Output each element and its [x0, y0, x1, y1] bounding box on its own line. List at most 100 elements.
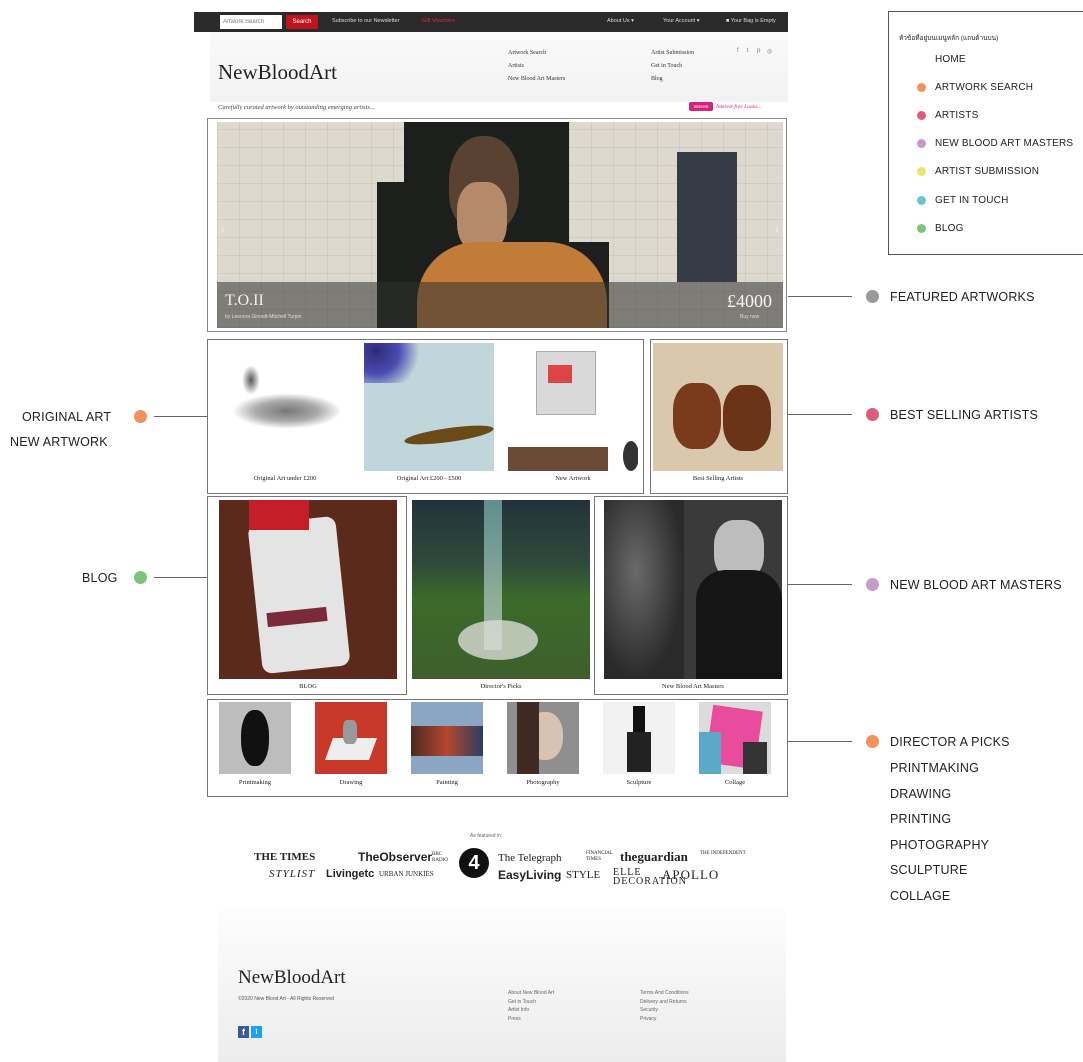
- hero-artwork-image[interactable]: ‹ ›: [217, 122, 783, 328]
- legend-item-artwork-search: ARTWORK SEARCH: [935, 82, 1034, 93]
- tagline: Carefully curated artwork by outstanding…: [218, 104, 375, 111]
- footer-about-link[interactable]: About New Blood Art: [508, 989, 554, 998]
- original-art-under-200-image[interactable]: [220, 343, 350, 471]
- collage-caption[interactable]: Collage: [699, 779, 771, 786]
- nav-blog[interactable]: Blog: [651, 73, 694, 86]
- newsletter-link[interactable]: Subscribe to our Newsletter: [332, 18, 400, 24]
- connector-line: [788, 584, 852, 585]
- press-the-times: THE TIMES: [254, 851, 316, 863]
- new-artwork-image[interactable]: [508, 343, 638, 471]
- footer-contact-link[interactable]: Get in Touch: [508, 998, 554, 1007]
- about-us-label: About Us: [607, 18, 630, 24]
- search-button[interactable]: Search: [286, 15, 318, 29]
- press-financial-times: FINANCIAL TIMES: [586, 851, 613, 862]
- footer-security-link[interactable]: Security: [640, 1006, 689, 1015]
- nav-get-in-touch[interactable]: Get in Touch: [651, 60, 694, 73]
- legend-dot: [917, 83, 926, 92]
- press-guardian: theguardian: [620, 849, 688, 864]
- annotation-dot: [866, 290, 879, 303]
- directors-picks-caption[interactable]: Director's Picks: [412, 683, 590, 690]
- press-elle-decoration: ELLE DECORATION: [613, 867, 687, 887]
- hero-title[interactable]: T.O.II: [225, 292, 264, 310]
- best-selling-artists-image[interactable]: [653, 343, 783, 471]
- press-independent: THE INDEPENDENT: [700, 851, 746, 856]
- about-us-menu[interactable]: About Us ▾: [607, 18, 634, 24]
- best-selling-artists-caption[interactable]: Best Selling Artists: [653, 475, 783, 482]
- new-artwork-caption[interactable]: New Artwork: [508, 475, 638, 482]
- footer-press-link[interactable]: Press: [508, 1015, 554, 1024]
- nav-artists[interactable]: Artists: [508, 60, 565, 73]
- pinterest-icon[interactable]: p: [757, 48, 760, 54]
- sculpture-image[interactable]: [603, 702, 675, 774]
- footer-delivery-link[interactable]: Delivery and Returns: [640, 998, 689, 1007]
- twitter-icon[interactable]: t: [747, 48, 749, 54]
- artwork-search-input[interactable]: [220, 15, 282, 29]
- hero-buy-label[interactable]: Buy now: [740, 314, 759, 320]
- annotation-printing: PRINTING: [890, 812, 952, 826]
- annotation-new-blood-art-masters: NEW BLOOD ART MASTERS: [890, 578, 1062, 592]
- new-blood-art-masters-caption[interactable]: New Blood Art Masters: [604, 683, 782, 690]
- chevron-down-icon: ▾: [631, 18, 634, 24]
- connector-line: [154, 416, 207, 417]
- collage-image[interactable]: [699, 702, 771, 774]
- next-arrow-icon[interactable]: ›: [775, 222, 779, 236]
- directors-picks-image[interactable]: [412, 500, 590, 679]
- annotation-collage: COLLAGE: [890, 889, 951, 903]
- footer-privacy-link[interactable]: Privacy: [640, 1015, 689, 1024]
- press-bbc-radio: BBC RADIO: [432, 852, 448, 863]
- connector-line: [788, 296, 852, 297]
- blog-caption[interactable]: BLOG: [219, 683, 397, 690]
- painting-image[interactable]: [411, 702, 483, 774]
- your-account-menu[interactable]: Your Account ▾: [663, 18, 700, 24]
- footer-artist-info-link[interactable]: Artist Info: [508, 1006, 554, 1015]
- original-art-under-200-caption[interactable]: Original Art under £200: [220, 475, 350, 482]
- legend-item-masters: NEW BLOOD ART MASTERS: [935, 138, 1074, 149]
- nav-column-2: Artist Submission Get in Touch Blog: [651, 47, 694, 86]
- your-account-label: Your Account: [663, 18, 696, 24]
- connector-line: [788, 741, 852, 742]
- promo-link[interactable]: Interest-free Loans...: [716, 104, 762, 110]
- legend-dot: [917, 111, 926, 120]
- footer-logo[interactable]: NewBloodArt: [238, 967, 346, 989]
- drawing-caption[interactable]: Drawing: [315, 779, 387, 786]
- drawing-image[interactable]: [315, 702, 387, 774]
- facebook-icon[interactable]: f: [238, 1026, 249, 1038]
- nav-new-blood-art-masters[interactable]: New Blood Art Masters: [508, 73, 565, 86]
- original-art-200-500-caption[interactable]: Original Art £200 - £500: [364, 475, 494, 482]
- sculpture-caption[interactable]: Sculpture: [603, 779, 675, 786]
- annotation-dot: [866, 735, 879, 748]
- painting-caption[interactable]: Painting: [411, 779, 483, 786]
- promo-badge[interactable]: Interest Free: [689, 102, 713, 118]
- press-style: STYLE: [566, 869, 601, 881]
- printmaking-caption[interactable]: Printmaking: [219, 779, 291, 786]
- nav-artist-submission[interactable]: Artist Submission: [651, 47, 694, 60]
- photography-caption[interactable]: Photography: [507, 779, 579, 786]
- footer-terms-link[interactable]: Terms And Conditions: [640, 989, 689, 998]
- blog-image[interactable]: [219, 500, 397, 679]
- legend-dot: [917, 139, 926, 148]
- press-urban-junkies: URBAN JUNKIES: [379, 870, 434, 878]
- facebook-icon[interactable]: f: [737, 48, 739, 54]
- legend-title: หัวข้อที่อยู่บนเมนูหลัก (แถบด้านบน): [899, 35, 999, 42]
- annotation-sculpture: SCULPTURE: [890, 863, 968, 877]
- original-art-200-500-image[interactable]: [364, 343, 494, 471]
- gift-vouchers-link[interactable]: Gift Vouchers: [422, 18, 455, 24]
- annotation-drawing: DRAWING: [890, 787, 952, 801]
- new-blood-art-masters-image[interactable]: [604, 500, 782, 679]
- footer-links-col2: Terms And Conditions Delivery and Return…: [640, 989, 689, 1023]
- annotation-blog: BLOG: [82, 571, 118, 585]
- nav-artwork-search[interactable]: Artwork Search: [508, 47, 565, 60]
- press-the-observer: TheObserver: [358, 850, 433, 864]
- annotation-featured-artworks: FEATURED ARTWORKS: [890, 290, 1035, 304]
- annotation-dot: [866, 408, 879, 421]
- site-logo[interactable]: NewBloodArt: [218, 60, 337, 85]
- annotation-original-art: ORIGINAL ART: [22, 410, 112, 424]
- photography-image[interactable]: [507, 702, 579, 774]
- previous-arrow-icon[interactable]: ‹: [221, 222, 225, 236]
- twitter-icon[interactable]: t: [251, 1026, 262, 1038]
- printmaking-image[interactable]: [219, 702, 291, 774]
- hero-artist: by Leonora Ginnett-Mitchell Turpin: [225, 314, 302, 320]
- hero-price: £4000: [727, 291, 772, 311]
- instagram-icon[interactable]: ◎: [767, 48, 772, 55]
- bag-link[interactable]: ■ Your Bag is Empty: [726, 18, 776, 24]
